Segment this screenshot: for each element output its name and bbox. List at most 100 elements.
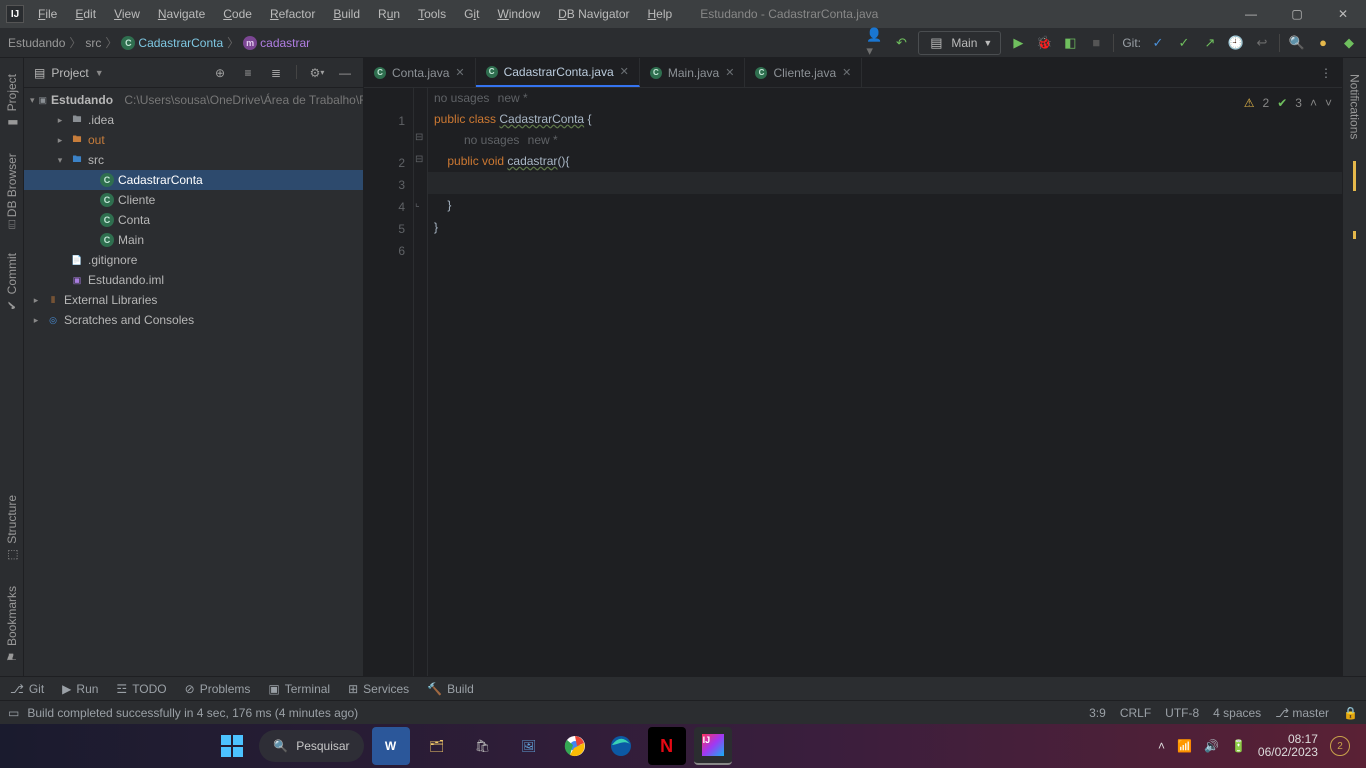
close-icon[interactable]: ✕ — [725, 66, 734, 79]
tray-chevron-icon[interactable]: ˄ — [1158, 739, 1165, 753]
taskbar-netflix[interactable]: N — [648, 727, 686, 765]
tree-class-cadastrarconta[interactable]: CCadastrarConta — [24, 170, 363, 190]
battery-icon[interactable]: 🔋 — [1231, 739, 1246, 753]
stripe-project[interactable]: ▮Project — [5, 74, 19, 129]
close-icon[interactable]: ✕ — [842, 66, 851, 79]
btm-build[interactable]: 🔨Build — [427, 682, 474, 696]
wifi-icon[interactable]: 📶 — [1177, 739, 1192, 753]
btm-terminal[interactable]: ▣Terminal — [268, 682, 330, 696]
taskbar-search[interactable]: 🔍 Pesquisar — [259, 730, 363, 762]
up-arrow-icon[interactable]: ˄ — [1310, 92, 1317, 114]
crumb-class[interactable]: CCadastrarConta — [121, 36, 223, 50]
tree-src[interactable]: 🖿src — [24, 150, 363, 170]
tabs-more-icon[interactable]: ⋮ — [1310, 58, 1342, 87]
code-with-me-icon[interactable]: 👤▾ — [866, 34, 884, 52]
system-tray[interactable]: ˄ 📶 🔊 🔋 08:17 06/02/2023 2 — [1158, 733, 1366, 759]
inspections-widget[interactable]: ⚠2 ✔3 ˄ ˅ — [1244, 92, 1332, 114]
menu-help[interactable]: Help — [640, 3, 681, 25]
tree-out[interactable]: 🖿out — [24, 130, 363, 150]
menu-navigate[interactable]: Navigate — [150, 3, 213, 25]
status-eol[interactable]: CRLF — [1120, 706, 1151, 720]
close-button[interactable]: ✕ — [1320, 0, 1366, 28]
status-cursor-pos[interactable]: 3:9 — [1089, 706, 1106, 720]
status-encoding[interactable]: UTF-8 — [1165, 706, 1199, 720]
tree-iml[interactable]: ▣Estudando.iml — [24, 270, 363, 290]
taskbar-store[interactable]: 🛍 — [464, 727, 502, 765]
notif-badge[interactable]: 2 — [1330, 736, 1350, 756]
tree-external-libs[interactable]: ⫴External Libraries — [24, 290, 363, 310]
menu-run[interactable]: Run — [370, 3, 408, 25]
menu-code[interactable]: Code — [215, 3, 260, 25]
tree-gitignore[interactable]: 📄.gitignore — [24, 250, 363, 270]
minimize-button[interactable]: ― — [1228, 0, 1274, 28]
menu-tools[interactable]: Tools — [410, 3, 454, 25]
status-quick-icon[interactable]: ▭ — [8, 706, 19, 720]
tree-class-main[interactable]: CMain — [24, 230, 363, 250]
status-lock-icon[interactable]: 🔒 — [1343, 706, 1358, 720]
tw-title[interactable]: ▤ Project ▼ — [28, 64, 110, 82]
menu-db-navigator[interactable]: DB Navigator — [550, 3, 637, 25]
taskbar-edge[interactable] — [602, 727, 640, 765]
hide-icon[interactable]: — — [337, 65, 353, 81]
run-icon[interactable]: ▶ — [1009, 34, 1027, 52]
taskbar-chrome[interactable] — [556, 727, 594, 765]
menu-file[interactable]: File — [30, 3, 65, 25]
search-everywhere-icon[interactable]: 🔍 — [1288, 34, 1306, 52]
back-arrow-icon[interactable]: ↶ — [892, 34, 910, 52]
git-push-icon[interactable]: ↗ — [1201, 34, 1219, 52]
close-icon[interactable]: ✕ — [455, 66, 464, 79]
volume-icon[interactable]: 🔊 — [1204, 739, 1219, 753]
tab-conta[interactable]: CConta.java✕ — [364, 58, 476, 87]
taskbar-intellij[interactable]: IJ — [694, 727, 732, 765]
btm-todo[interactable]: ☲TODO — [116, 682, 166, 696]
stripe-structure[interactable]: ⬚Structure — [5, 495, 19, 562]
close-icon[interactable]: ✕ — [620, 65, 629, 78]
btm-git[interactable]: ⎇Git — [10, 682, 44, 696]
tab-cliente[interactable]: CCliente.java✕ — [745, 58, 862, 87]
btm-services[interactable]: ⊞Services — [348, 682, 409, 696]
breadcrumb[interactable]: Estudando 〉 src 〉 CCadastrarConta 〉 mcad… — [8, 34, 310, 51]
menu-edit[interactable]: Edit — [67, 3, 104, 25]
tab-cadastrarconta[interactable]: CCadastrarConta.java✕ — [476, 58, 640, 87]
menu-build[interactable]: Build — [325, 3, 368, 25]
stripe-notifications[interactable]: Notifications — [1348, 74, 1362, 139]
coverage-icon[interactable]: ◧ — [1061, 34, 1079, 52]
collapse-all-icon[interactable]: ≣ — [268, 65, 284, 81]
fold-gutter[interactable]: ⊟ ⊟ ⌞ — [414, 88, 428, 676]
tree-scratches[interactable]: ◎Scratches and Consoles — [24, 310, 363, 330]
crumb-project[interactable]: Estudando — [8, 36, 65, 50]
stripe-commit[interactable]: ✔Commit — [5, 253, 19, 312]
select-opened-icon[interactable]: ⊕ — [212, 65, 228, 81]
taskbar-photos[interactable]: 🖼 — [510, 727, 548, 765]
status-indent[interactable]: 4 spaces — [1213, 706, 1261, 720]
git-update-icon[interactable]: ✓ — [1149, 34, 1167, 52]
debug-icon[interactable]: 🐞 — [1035, 34, 1053, 52]
stripe-bookmarks[interactable]: ⚑Bookmarks — [5, 586, 19, 664]
taskbar-word[interactable]: W — [372, 727, 410, 765]
project-tree[interactable]: ▣ Estudando C:\Users\sousa\OneDrive\Área… — [24, 88, 363, 676]
menu-refactor[interactable]: Refactor — [262, 3, 323, 25]
menu-view[interactable]: View — [106, 3, 148, 25]
tree-idea[interactable]: 🖿.idea — [24, 110, 363, 130]
settings-icon[interactable]: ⚙▾ — [309, 65, 325, 81]
btm-run[interactable]: ▶Run — [62, 682, 98, 696]
run-config-selector[interactable]: ▤ Main ▼ — [918, 31, 1001, 55]
status-branch[interactable]: ⎇ master — [1275, 706, 1329, 720]
stripe-db-browser[interactable]: ⌸DB Browser — [5, 153, 19, 228]
git-history-icon[interactable]: 🕘 — [1227, 34, 1245, 52]
clock[interactable]: 08:17 06/02/2023 — [1258, 733, 1318, 759]
maximize-button[interactable]: ▢ — [1274, 0, 1320, 28]
editor[interactable]: 1 2 3 4 5 6 ⊟ ⊟ ⌞ ⚠2 ✔3 ˄ — [364, 88, 1342, 676]
crumb-module[interactable]: src — [85, 36, 101, 50]
expand-all-icon[interactable]: ≡ — [240, 65, 256, 81]
tab-main[interactable]: CMain.java✕ — [640, 58, 746, 87]
crumb-method[interactable]: mcadastrar — [243, 36, 310, 50]
git-commit-icon[interactable]: ✓ — [1175, 34, 1193, 52]
menu-git[interactable]: Git — [456, 3, 487, 25]
taskbar-explorer[interactable]: 🗂 — [418, 727, 456, 765]
start-button[interactable] — [213, 727, 251, 765]
tree-root[interactable]: ▣ Estudando C:\Users\sousa\OneDrive\Área… — [24, 90, 363, 110]
ide-updates-icon[interactable]: ● — [1314, 34, 1332, 52]
line-gutter[interactable]: 1 2 3 4 5 6 — [364, 88, 414, 676]
down-arrow-icon[interactable]: ˅ — [1325, 92, 1332, 114]
